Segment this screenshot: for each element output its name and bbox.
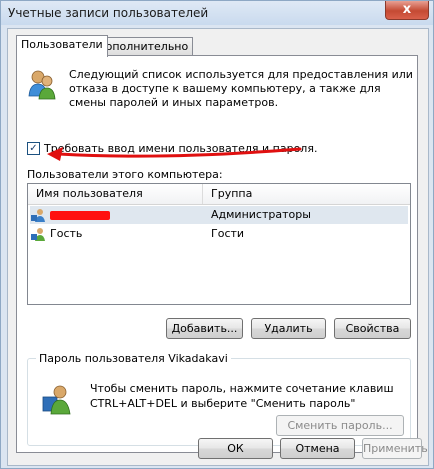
tab-users[interactable]: Пользователи [16,35,108,57]
user-group-cell: Администраторы [211,208,311,221]
column-header-group[interactable]: Группа [211,187,252,200]
redacted-username [50,211,110,220]
close-button[interactable]: x [385,1,429,20]
column-header-username[interactable]: Имя пользователя [36,187,143,200]
user-group-cell: Гости [211,227,245,240]
remove-user-button[interactable]: Удалить [251,318,326,339]
require-password-checkbox[interactable]: ✓ [27,142,40,155]
password-group: Пароль пользователя Vikadakavi Чтобы сме… [27,352,411,446]
cancel-button[interactable]: Отмена [280,438,355,459]
users-icon [28,70,56,100]
user-icon [31,228,45,241]
table-row[interactable]: Гость Гости [30,225,408,243]
annotation-arrow [47,147,302,161]
dialog-client-area: Пользователи Дополнительно Следующий спи… [7,28,429,466]
users-list[interactable]: Имя пользователя Группа Администраторы Г… [27,183,411,305]
description-text: Следующий список используется для предос… [69,68,413,109]
apply-button[interactable]: Применить [362,438,428,459]
users-tab-panel: Следующий список используется для предос… [16,55,418,453]
add-user-button[interactable]: Добавить... [166,318,243,339]
user-icon [31,209,45,222]
user-accounts-window: Учетные записи пользователей x Пользоват… [0,0,434,469]
password-group-title: Пароль пользователя Vikadakavi [36,352,231,365]
users-list-label: Пользователи этого компьютера: [27,168,223,181]
ok-button[interactable]: ОК [198,438,273,459]
password-instructions: Чтобы сменить пароль, нажмите сочетание … [90,382,394,410]
window-title: Учетные записи пользователей [8,6,209,20]
column-divider[interactable] [202,184,203,204]
title-bar[interactable]: Учетные записи пользователей x [1,1,433,25]
user-password-icon [42,385,71,415]
table-row[interactable]: Администраторы [30,206,408,224]
properties-button[interactable]: Свойства [334,318,411,339]
user-name-cell: Гость [50,227,83,240]
change-password-button[interactable]: Сменить пароль... [276,415,404,436]
list-header: Имя пользователя Группа [28,184,410,205]
